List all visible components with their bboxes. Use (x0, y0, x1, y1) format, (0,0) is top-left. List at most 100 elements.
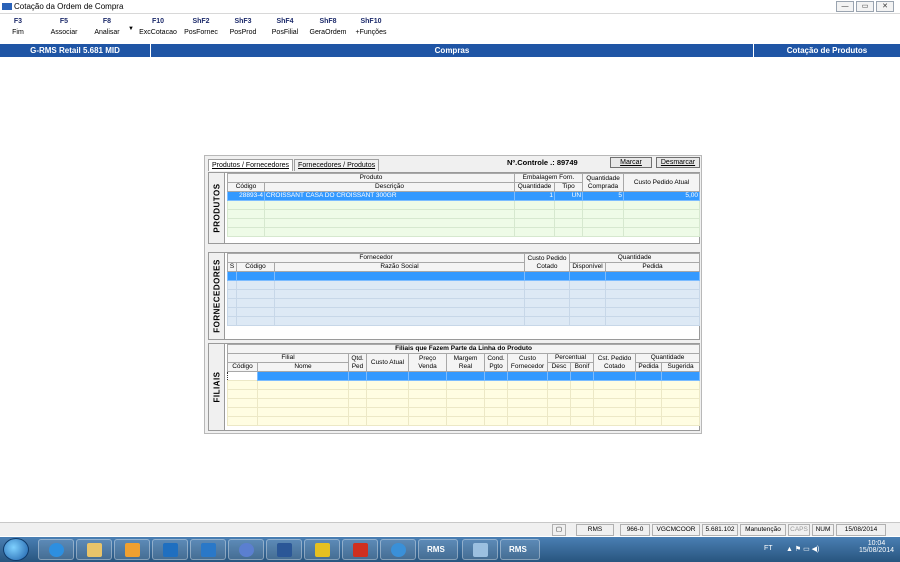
clock-date: 15/08/2014 (858, 547, 894, 554)
toolbar-analisar-button[interactable]: F8 Analisar (90, 17, 124, 37)
key-label: ShF10 (360, 18, 382, 25)
table-row[interactable] (227, 316, 701, 326)
key-label: ShF4 (276, 18, 294, 25)
globe-icon[interactable] (380, 539, 416, 560)
dropdown-arrow-icon[interactable]: ▼ (128, 26, 134, 32)
table-row[interactable] (227, 307, 701, 317)
tray-icons[interactable]: ▲ ⚑ ▭ ◀) (786, 545, 819, 553)
header-qtd-ped: Qtd. Ped (348, 353, 367, 372)
header-custo-pedido-cotado: Custo Pedido Cotado (524, 253, 571, 272)
windows-taskbar: RMS RMS FT ▲ ⚑ ▭ ◀) 10:04 15/08/2014 (0, 537, 900, 562)
control-number: Nº.Controle .: 89749 (507, 158, 578, 167)
table-row[interactable] (227, 416, 701, 426)
window-title: Cotação da Ordem de Compra (14, 2, 124, 11)
title-bar: Cotação da Ordem de Compra — ▭ ✕ (0, 0, 900, 14)
table-row[interactable]: 28893-4 CROISSANT CASA DO CROISSANT 300G… (227, 191, 701, 201)
table-row[interactable] (227, 200, 701, 210)
rms-icon[interactable]: RMS (500, 539, 540, 560)
screen-label: Cotação de Produtos (786, 46, 868, 55)
table-row[interactable] (227, 298, 701, 308)
table-row[interactable] (227, 280, 701, 290)
clock[interactable]: 10:04 15/08/2014 (859, 540, 894, 554)
header-custo-pedido-atual: Custo Pedido Atual (623, 173, 701, 192)
toolbar-posfilial-button[interactable]: ShF4 PosFilial (268, 17, 302, 37)
header-custo-fornecedor: Custo Fornecedor (507, 353, 548, 372)
header-descricao: Descrição (264, 182, 515, 192)
header-fornecedor: Fornecedor (226, 253, 526, 263)
rms-label: RMS (427, 545, 445, 554)
table-row[interactable] (227, 209, 701, 219)
header-codigo: Código (227, 182, 265, 192)
status-app: RMS (576, 524, 614, 536)
active-cell[interactable] (227, 371, 258, 381)
header-codigo: Código (227, 362, 258, 372)
close-button[interactable]: ✕ (876, 1, 894, 12)
header-codigo: Código (236, 262, 275, 272)
lync-icon[interactable] (190, 539, 226, 560)
table-row[interactable] (227, 218, 701, 228)
rms-icon[interactable]: RMS (418, 539, 458, 560)
table-row[interactable] (227, 398, 701, 408)
toolbar-posfornec-button[interactable]: ShF2 PosFornec (182, 17, 220, 37)
toolbar-exccotacao-button[interactable]: F10 ExcCotacao (137, 17, 179, 37)
module-header-bar: G-RMS Retail 5.681 MID Compras Cotação d… (0, 44, 900, 57)
calc-icon[interactable] (304, 539, 340, 560)
button-label: GeraOrdem (309, 29, 347, 36)
status-user: VGCMCOOR (652, 524, 700, 536)
header-margem-real: Margem Real (446, 353, 485, 372)
explorer-icon[interactable] (76, 539, 112, 560)
toolbar-associar-button[interactable]: F5 Associar (48, 17, 80, 37)
toolbar-mais-funcoes-button[interactable]: ShF10 +Funções (353, 17, 389, 37)
key-label: ShF2 (192, 18, 210, 25)
produtos-section: PRODUTOS Produto Embalagem Forn. Quantid… (208, 172, 701, 244)
header-embalagem: Embalagem Forn. (513, 173, 584, 183)
cell-descricao: CROISSANT CASA DO CROISSANT 300GR (264, 191, 515, 201)
window-icon[interactable] (462, 539, 498, 560)
key-label: ShF3 (234, 18, 252, 25)
status-bar: ▢ RMS 966-0 VGCMCOOR 5.681.102 Manutençã… (0, 522, 900, 536)
tab-fornecedores-produtos[interactable]: Fornecedores / Produtos (294, 159, 380, 171)
button-label: Analisar (94, 29, 120, 36)
system-version-label: G-RMS Retail 5.681 MID (30, 46, 120, 55)
toolbar-posprod-button[interactable]: ShF3 PosProd (226, 17, 260, 37)
table-row[interactable] (227, 389, 701, 399)
table-row[interactable] (227, 407, 701, 417)
table-row[interactable] (227, 289, 701, 299)
button-label: ExcCotacao (139, 29, 177, 36)
tab-produtos-fornecedores[interactable]: Produtos / Fornecedores (208, 159, 294, 171)
cell-custo: 5,00 (623, 191, 701, 201)
pdf-icon[interactable] (342, 539, 378, 560)
ie-icon[interactable] (38, 539, 74, 560)
header-razao-social: Razão Social (273, 262, 526, 272)
word-icon[interactable] (266, 539, 302, 560)
button-label: PosFornec (184, 29, 218, 36)
toolbar-fim-button[interactable]: F3 Fim (6, 17, 30, 37)
media-icon[interactable] (114, 539, 150, 560)
language-indicator[interactable]: FT (764, 545, 773, 552)
function-toolbar: F3 Fim F5 Associar F8 Analisar ▼ F10 Exc… (0, 15, 900, 44)
table-row[interactable] (227, 380, 701, 390)
header-pedida: Pedida (605, 262, 701, 272)
link-icon[interactable] (228, 539, 264, 560)
table-row[interactable] (227, 227, 701, 237)
table-row[interactable] (227, 271, 701, 281)
toolbar-geraordem-button[interactable]: ShF8 GeraOrdem (307, 17, 349, 37)
fornecedores-table: Fornecedor Custo Pedido Cotado Quantidad… (226, 253, 701, 326)
status-mode: Manutenção (740, 524, 786, 536)
outlook-icon[interactable] (152, 539, 188, 560)
desmarcar-button[interactable]: Desmarcar (656, 157, 700, 168)
module-label: Compras (434, 46, 470, 55)
filiais-section: FILIAIS Filiais que Fazem Parte da Linha… (208, 343, 701, 431)
start-button-icon[interactable] (3, 538, 29, 561)
table-row[interactable] (227, 371, 701, 381)
maximize-button[interactable]: ▭ (856, 1, 874, 12)
key-label: F8 (102, 18, 112, 25)
clock-time: 10:04 (867, 540, 886, 547)
header-disponivel: Disponível (569, 262, 607, 272)
status-version: 5.681.102 (702, 524, 738, 536)
minimize-button[interactable]: — (836, 1, 854, 12)
header-sugerida: Sugerida (660, 362, 701, 372)
marcar-button[interactable]: Marcar (610, 157, 652, 168)
cell-comprada: 5 (582, 191, 625, 201)
produtos-vertical-label: PRODUTOS (209, 173, 225, 243)
